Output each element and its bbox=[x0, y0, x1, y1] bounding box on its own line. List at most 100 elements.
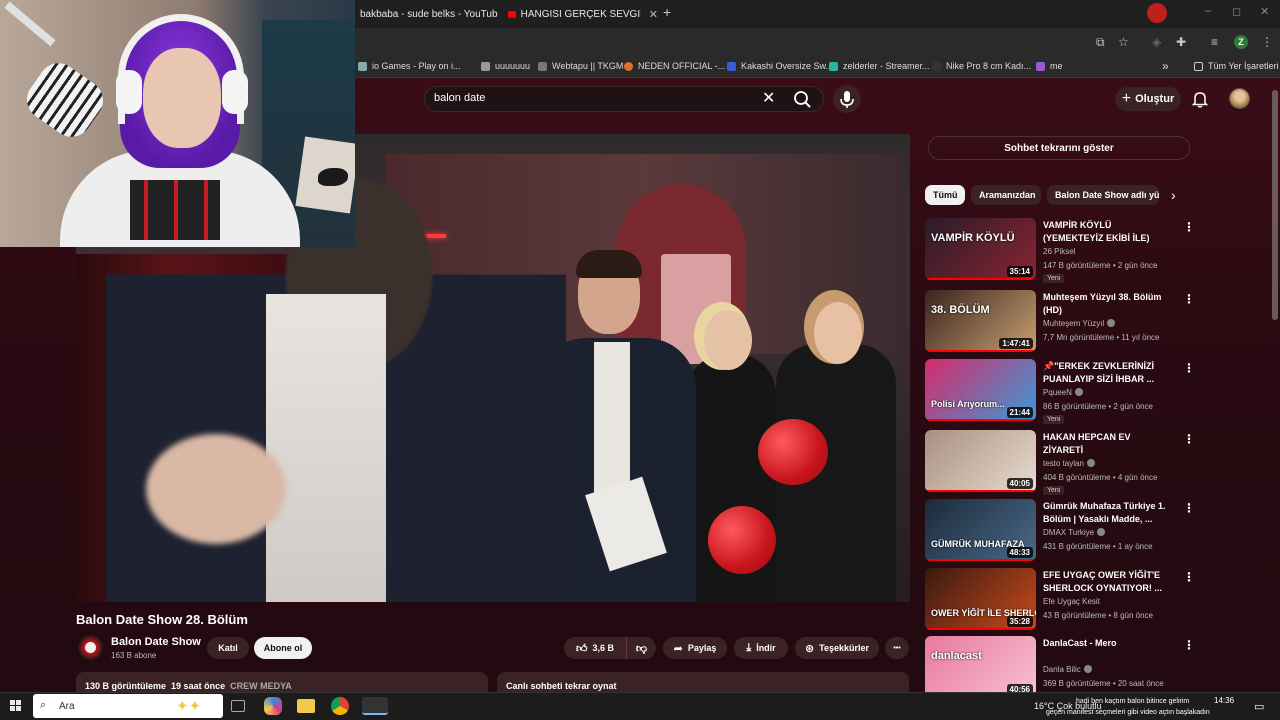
verified-check-icon bbox=[1074, 388, 1083, 396]
more-options-icon[interactable]: ⋮ bbox=[1183, 570, 1195, 584]
all-bookmarks-folder[interactable]: Tüm Yer İşaretleri bbox=[1194, 61, 1279, 71]
install-app-icon[interactable]: ⧉ bbox=[1096, 35, 1105, 50]
video-thumbnail[interactable]: VAMPİR KÖYLÜ 35:14 bbox=[925, 218, 1036, 280]
tab-close-icon[interactable]: ✕ bbox=[649, 8, 658, 21]
notification-center-icon[interactable]: ▭ bbox=[1254, 700, 1264, 713]
media-control-icon[interactable]: ≡ bbox=[1211, 35, 1218, 49]
more-options-icon[interactable]: ⋮ bbox=[1183, 292, 1195, 306]
recommendation-channel[interactable]: Muhteşem Yüzyıl bbox=[1043, 319, 1116, 328]
join-button[interactable]: Katıl bbox=[207, 637, 249, 659]
bookmarks-overflow-icon[interactable]: » bbox=[1162, 59, 1169, 73]
like-button[interactable]: 👍︎ 3,6 B bbox=[564, 637, 626, 659]
recommendation-title[interactable]: HAKAN HEPCAN EV ZİYARETİ bbox=[1043, 431, 1171, 457]
recommendation-channel[interactable]: Danla Bilic bbox=[1043, 665, 1092, 674]
recommendation-title[interactable]: DanlaCast - Mero bbox=[1043, 637, 1171, 650]
recommendation-title[interactable]: EFE UYGAÇ OWER YİĞİT'E SHERLOCK OYNATIYO… bbox=[1043, 569, 1171, 595]
taskbar-clock[interactable]: 14:36 bbox=[1214, 696, 1234, 705]
recommendation-channel[interactable]: PqueeN bbox=[1043, 388, 1083, 397]
bookmark-item[interactable]: Nike Pro 8 cm Kadı... bbox=[932, 61, 1031, 71]
page-scrollbar[interactable] bbox=[1272, 90, 1278, 320]
chip-from-search[interactable]: Aramanızdan bbox=[971, 185, 1041, 205]
bookmark-item[interactable]: Webtapu || TKGM bbox=[538, 61, 623, 71]
video-thumbnail[interactable]: 38. BÖLÜM 1:47:41 bbox=[925, 290, 1036, 352]
minimize-icon[interactable]: – bbox=[1205, 5, 1211, 17]
voice-search-button[interactable] bbox=[833, 85, 861, 113]
video-thumbnail[interactable]: OWER YİĞİT İLE SHERLOCK!35:28 bbox=[925, 568, 1036, 630]
chip-channel[interactable]: Balon Date Show adlı yü bbox=[1047, 185, 1159, 205]
bookmark-item[interactable]: Kakashi Oversize Sw... bbox=[727, 61, 833, 71]
recommendation-item[interactable]: OWER YİĞİT İLE SHERLOCK!35:28 EFE UYGAÇ O… bbox=[925, 568, 1195, 632]
description-tag[interactable]: CREW MEDYA bbox=[230, 681, 292, 691]
file-explorer-icon[interactable] bbox=[297, 699, 315, 713]
recommendation-item[interactable]: Polisi Arıyorum... 21:44 📌"ERKEK ZEVKLERİN… bbox=[925, 359, 1195, 424]
bookmark-favicon-icon bbox=[932, 61, 941, 71]
bookmark-item[interactable]: io Games - Play on i... bbox=[358, 61, 461, 71]
browser-tab-2[interactable]: HANGİSİ GERÇEK SEVGİLİM ? (S ✕ bbox=[508, 4, 658, 24]
notifications-bell-icon[interactable] bbox=[1192, 90, 1208, 108]
browser-menu-icon[interactable]: ⋮ bbox=[1261, 35, 1273, 49]
extensions-puzzle-icon[interactable]: ✚ bbox=[1176, 35, 1186, 49]
recommendation-title[interactable]: 📌"ERKEK ZEVKLERİNİZİ PUANLAYIP SİZİ İHBA… bbox=[1043, 360, 1171, 386]
more-options-icon[interactable]: ⋮ bbox=[1183, 501, 1195, 515]
create-button[interactable]: + Oluştur bbox=[1115, 87, 1181, 111]
recommendation-channel[interactable]: DMAX Turkiye bbox=[1043, 528, 1106, 537]
chip-all[interactable]: Tümü bbox=[925, 185, 965, 205]
recommendation-item[interactable]: VAMPİR KÖYLÜ 35:14 VAMPİR KÖYLÜ (YEMEKTEYİ… bbox=[925, 218, 1195, 283]
channel-avatar[interactable] bbox=[78, 635, 103, 660]
star-icon[interactable]: ☆ bbox=[1118, 35, 1129, 49]
restore-icon[interactable]: ◻ bbox=[1232, 5, 1241, 18]
more-options-icon[interactable]: ⋮ bbox=[1183, 638, 1195, 652]
recommendation-channel[interactable]: testo taylan bbox=[1043, 459, 1095, 468]
plus-icon: + bbox=[1121, 90, 1132, 107]
video-thumbnail[interactable]: 40:05 bbox=[925, 430, 1036, 492]
download-button[interactable]: ⤓ İndir bbox=[734, 637, 788, 659]
recommendation-item[interactable]: GÜMRÜK MUHAFAZA 48:33 Gümrük Muhafaza Türk… bbox=[925, 499, 1195, 563]
share-button[interactable]: ➦ Paylaş bbox=[663, 637, 727, 659]
thumbnail-text: danlacast bbox=[931, 650, 982, 662]
close-window-icon[interactable]: ✕ bbox=[1260, 5, 1269, 18]
tab-label: HANGİSİ GERÇEK SEVGİLİM ? (S bbox=[520, 8, 641, 20]
browser-profile-avatar[interactable]: Z bbox=[1234, 35, 1248, 49]
more-options-icon[interactable]: ⋮ bbox=[1183, 432, 1195, 446]
bookmark-item[interactable]: uuuuuuu bbox=[481, 61, 530, 71]
recommendation-item[interactable]: danlacast 40:56 DanlaCast - Mero Danla Bili… bbox=[925, 636, 1195, 701]
account-avatar[interactable] bbox=[1229, 88, 1250, 109]
show-chat-replay-button[interactable]: Sohbet tekrarını göster bbox=[928, 136, 1190, 160]
search-icon[interactable] bbox=[789, 89, 815, 109]
app-icon[interactable] bbox=[362, 697, 388, 715]
new-badge: Yeni bbox=[1043, 486, 1065, 495]
channel-name[interactable]: Balon Date Show bbox=[111, 636, 201, 648]
recommendation-item[interactable]: 38. BÖLÜM 1:47:41 Muhteşem Yüzyıl 38. Bölü… bbox=[925, 290, 1195, 354]
video-thumbnail[interactable]: Polisi Arıyorum... 21:44 bbox=[925, 359, 1036, 421]
recommendation-title[interactable]: Muhteşem Yüzyıl 38. Bölüm (HD) bbox=[1043, 291, 1171, 317]
browser-tab-1[interactable]: bakbaba - sude belks - YouTub ✕ bbox=[360, 4, 500, 24]
video-thumbnail[interactable]: danlacast 40:56 bbox=[925, 636, 1036, 698]
more-actions-button[interactable]: ••• bbox=[885, 637, 909, 659]
video-thumbnail[interactable]: GÜMRÜK MUHAFAZA 48:33 bbox=[925, 499, 1036, 561]
recommendation-channel[interactable]: 26 Piksel bbox=[1043, 247, 1075, 256]
recommendation-channel[interactable]: Efe Uygaç Kesit bbox=[1043, 597, 1100, 606]
clear-search-icon[interactable]: ✕ bbox=[762, 88, 775, 108]
more-options-icon[interactable]: ⋮ bbox=[1183, 220, 1195, 234]
new-tab-icon[interactable]: + bbox=[663, 4, 671, 20]
recommendation-item[interactable]: 40:05 HAKAN HEPCAN EV ZİYARETİ testo tayla… bbox=[925, 430, 1195, 495]
thumbnail-text: Polisi Arıyorum... bbox=[931, 399, 1005, 409]
recommendation-title[interactable]: Gümrük Muhafaza Türkiye 1. Bölüm | Yasak… bbox=[1043, 500, 1171, 526]
chevron-right-icon[interactable]: › bbox=[1171, 187, 1176, 203]
video-duration: 35:14 bbox=[1006, 266, 1033, 277]
bookmark-item[interactable]: zelderler - Streamer... bbox=[829, 61, 930, 71]
thanks-button[interactable]: ⊛ Teşekkürler bbox=[795, 637, 879, 659]
watch-progress-bar bbox=[925, 559, 1036, 561]
subscribe-button[interactable]: Abone ol bbox=[254, 637, 312, 659]
copilot-icon[interactable] bbox=[264, 697, 282, 715]
recommendation-title[interactable]: VAMPİR KÖYLÜ (YEMEKTEYİZ EKİBİ İLE) bbox=[1043, 219, 1171, 245]
dislike-button[interactable]: 👎︎ bbox=[626, 637, 656, 659]
chrome-icon[interactable] bbox=[331, 697, 349, 715]
upload-age: 19 saat önce bbox=[171, 681, 226, 691]
windows-start-icon[interactable] bbox=[10, 700, 22, 712]
task-view-icon[interactable] bbox=[231, 700, 245, 712]
bookmark-item[interactable]: me bbox=[1036, 61, 1063, 71]
bookmark-item[interactable]: NEDEN OFFICIAL -... bbox=[624, 61, 725, 71]
more-options-icon[interactable]: ⋮ bbox=[1183, 361, 1195, 375]
person-right-1-head bbox=[704, 310, 752, 370]
